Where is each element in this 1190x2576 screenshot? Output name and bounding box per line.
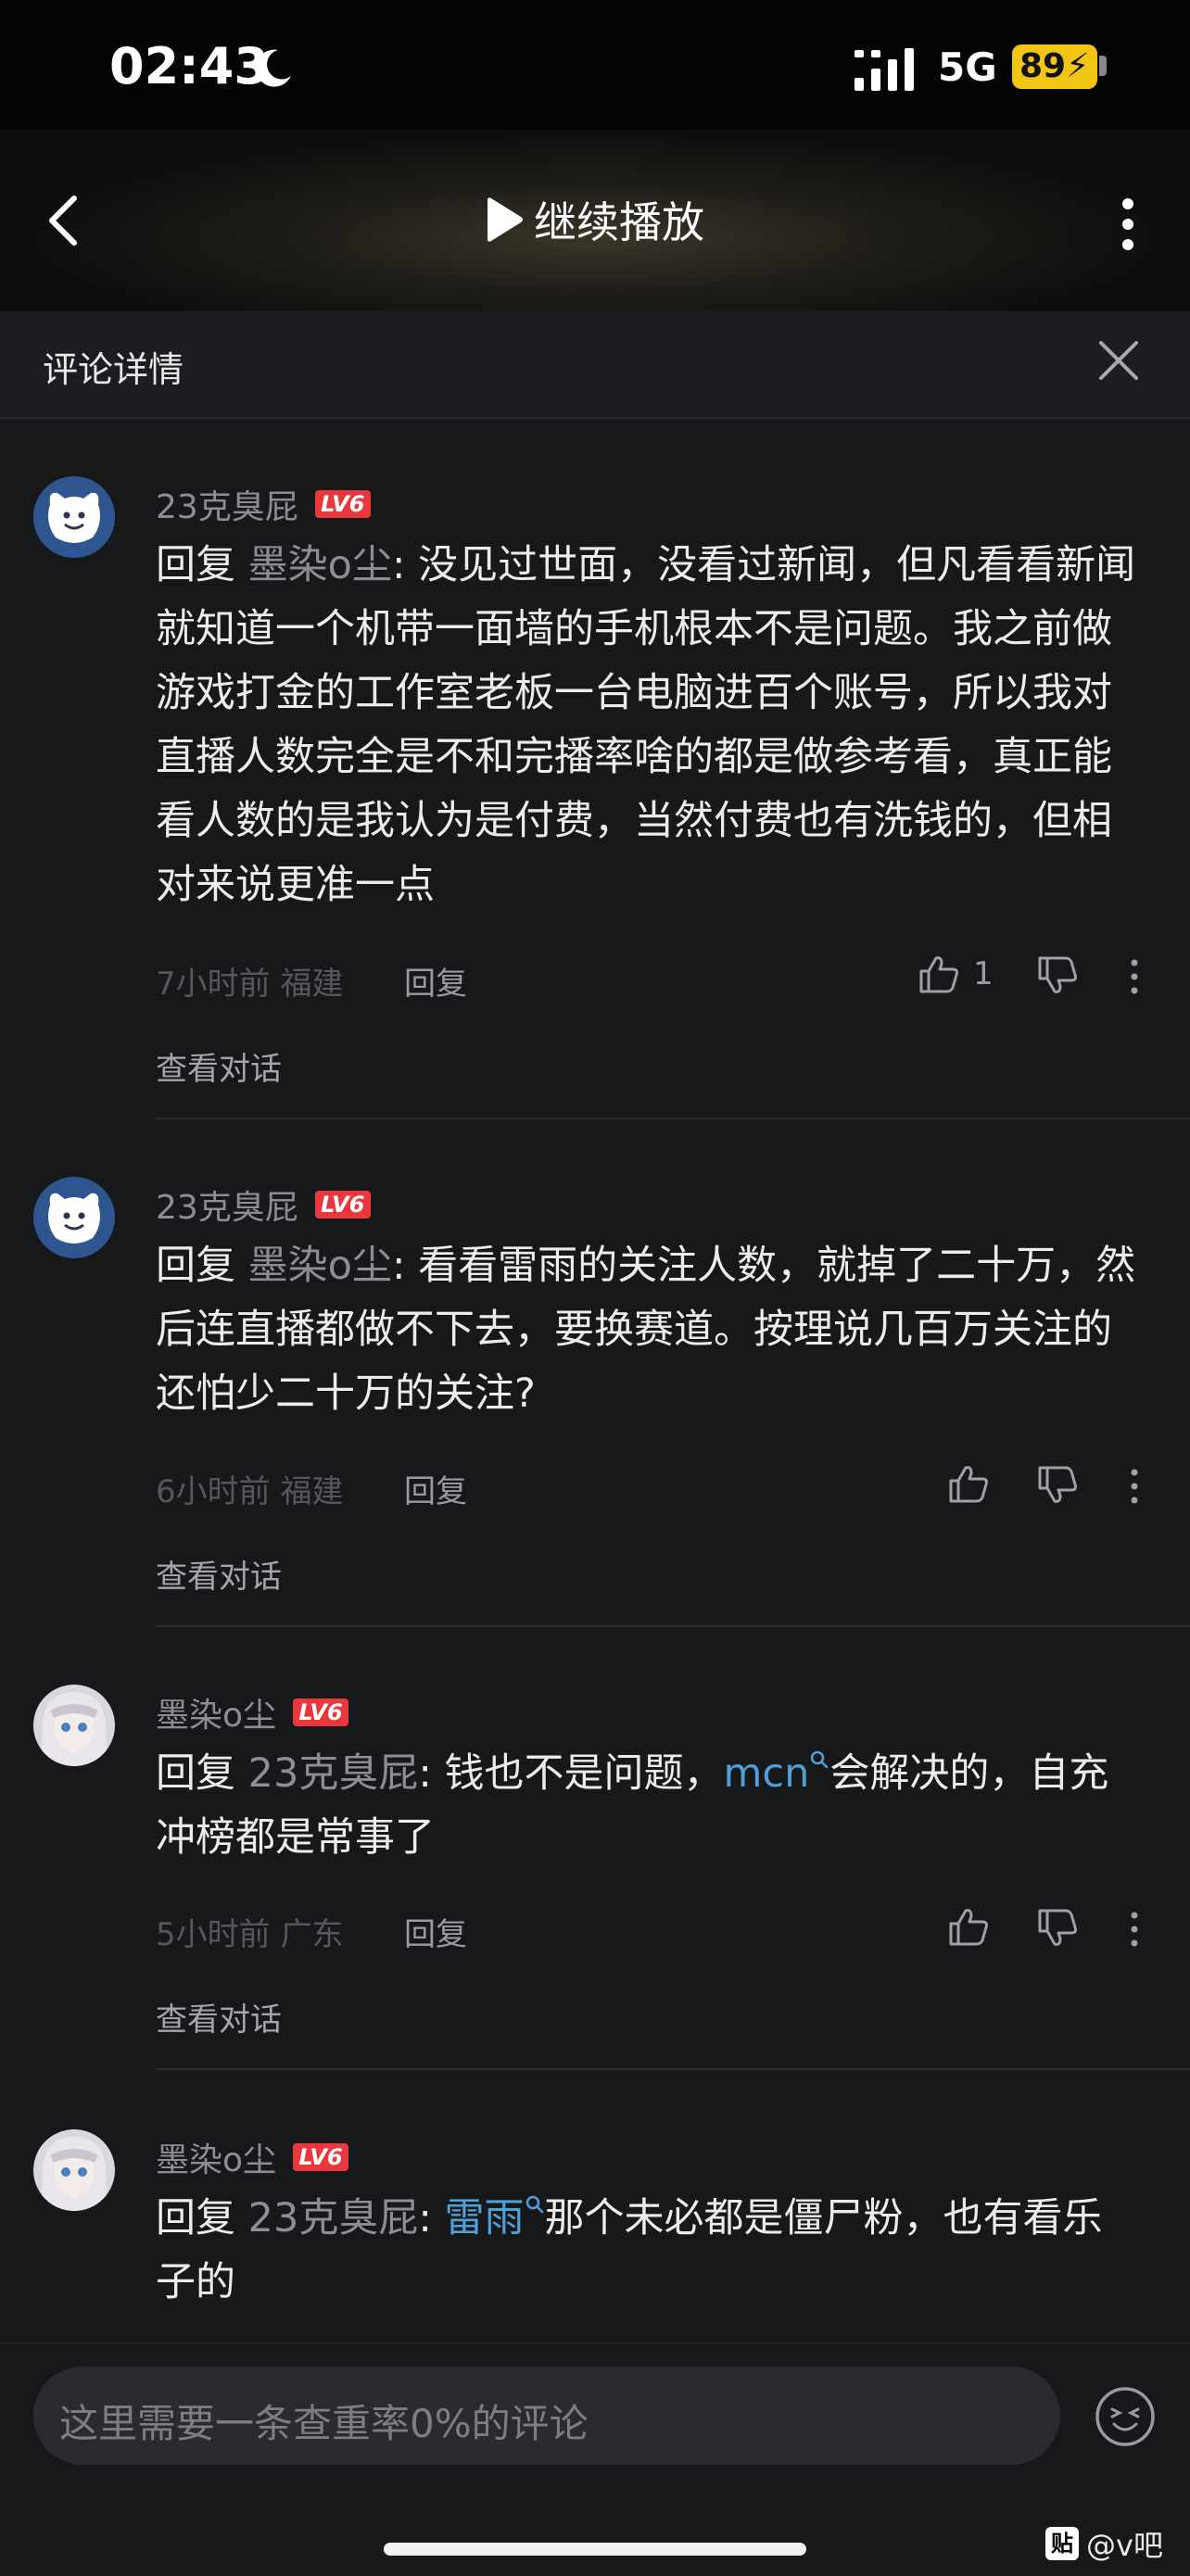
username[interactable]: 墨染o尘 bbox=[156, 2133, 276, 2181]
search-link[interactable]: mcn bbox=[724, 1750, 810, 1797]
like-button[interactable]: 1 bbox=[918, 953, 994, 995]
username[interactable]: 墨染o尘 bbox=[156, 1688, 276, 1736]
back-arrow-icon[interactable] bbox=[39, 191, 95, 250]
continue-play-label: 继续播放 bbox=[534, 197, 704, 247]
reply-button[interactable]: 回复 bbox=[404, 1909, 467, 1954]
divider bbox=[156, 1118, 1190, 1119]
search-link-icon[interactable] bbox=[809, 1749, 829, 1774]
close-icon[interactable] bbox=[1094, 335, 1144, 385]
level-badge: LV6 bbox=[314, 490, 371, 518]
watermark: 贴 @v吧 bbox=[1045, 2522, 1163, 2565]
comment-meta: 6小时前 福建 回复 bbox=[156, 1466, 467, 1511]
like-count: 1 bbox=[973, 955, 994, 992]
battery-indicator: 89⚡ bbox=[1012, 44, 1097, 89]
avatar[interactable] bbox=[33, 1177, 115, 1258]
status-bar: 02:43 5G 89⚡ bbox=[0, 0, 1190, 130]
more-vertical-icon[interactable] bbox=[1112, 196, 1144, 252]
time-location: 7小时前 福建 bbox=[156, 966, 344, 1003]
search-link[interactable]: 雷雨 bbox=[445, 2195, 525, 2241]
comment-text: 回复 23克臭屁: 钱也不是问题，mcn 会解决的，自充冲榜都是常事了 bbox=[156, 1742, 1142, 1870]
time-location: 6小时前 福建 bbox=[156, 1473, 344, 1510]
input-placeholder: 这里需要一条查重率0%的评论 bbox=[59, 2401, 589, 2446]
comment-content-before: : 钱也不是问题， bbox=[418, 1750, 724, 1797]
reply-label: 回复 bbox=[156, 1750, 248, 1797]
avatar[interactable] bbox=[33, 1685, 115, 1766]
comment-text: 回复 墨染o尘: 看看雷雨的关注人数，就掉了二十万，然后连直播都做不下去，要换赛… bbox=[156, 1234, 1142, 1426]
thumbs-up-icon[interactable] bbox=[947, 1905, 990, 1948]
status-time: 02:43 bbox=[109, 37, 269, 95]
thumbs-up-icon[interactable] bbox=[947, 1462, 990, 1505]
reply-button[interactable]: 回复 bbox=[404, 958, 467, 1004]
network-type: 5G bbox=[938, 44, 997, 90]
avatar-image bbox=[33, 1177, 115, 1258]
comment-detail-header: 评论详情 bbox=[0, 311, 1190, 419]
thumbs-up-icon bbox=[919, 956, 958, 993]
search-link-icon[interactable] bbox=[525, 2194, 545, 2218]
thumbs-down-icon[interactable] bbox=[1036, 1907, 1079, 1950]
battery-level: 89 bbox=[1019, 47, 1067, 85]
emoji-icon[interactable] bbox=[1094, 2385, 1157, 2448]
level-badge: LV6 bbox=[293, 1698, 349, 1726]
level-badge: LV6 bbox=[293, 2143, 349, 2171]
avatar-image bbox=[33, 476, 115, 558]
view-conversation-link[interactable]: 查看对话 bbox=[156, 1994, 282, 2039]
comment-text: 回复 23克臭屁: 雷雨 那个未必都是僵尸粉，也有看乐子的 bbox=[156, 2187, 1142, 2315]
username[interactable]: 23克臭屁 bbox=[156, 1181, 298, 1229]
reply-label: 回复 bbox=[156, 1243, 248, 1289]
charging-bolt-icon: ⚡ bbox=[1066, 47, 1090, 85]
comment-meta: 5小时前 广东 回复 bbox=[156, 1909, 467, 1954]
view-conversation-link[interactable]: 查看对话 bbox=[156, 1551, 282, 1597]
moon-icon bbox=[255, 49, 291, 87]
play-icon bbox=[487, 197, 523, 242]
reply-button[interactable]: 回复 bbox=[404, 1466, 467, 1511]
video-top-bar: 继续播放 bbox=[0, 130, 1190, 311]
comment-more-icon[interactable] bbox=[1129, 1911, 1140, 1948]
watermark-text: @v吧 bbox=[1086, 2528, 1163, 2563]
continue-play-button[interactable]: 继续播放 bbox=[482, 187, 704, 252]
level-badge: LV6 bbox=[314, 1191, 371, 1219]
time-location: 5小时前 广东 bbox=[156, 1916, 344, 1953]
reply-label: 回复 bbox=[156, 542, 248, 588]
tieba-logo-icon: 贴 bbox=[1045, 2527, 1079, 2560]
username[interactable]: 23克臭屁 bbox=[156, 480, 298, 528]
avatar[interactable] bbox=[33, 476, 115, 558]
avatar-image bbox=[33, 1685, 115, 1766]
reply-target-username[interactable]: 墨染o尘 bbox=[248, 1243, 392, 1289]
signal-icon bbox=[855, 48, 914, 91]
page-title: 评论详情 bbox=[43, 349, 184, 390]
divider bbox=[156, 2068, 1190, 2070]
comment-content: : 没见过世面，没看过新闻，但凡看看新闻就知道一个机带一面墙的手机根本不是问题。… bbox=[156, 542, 1136, 908]
thumbs-down-icon[interactable] bbox=[1036, 1464, 1079, 1507]
reply-label: 回复 bbox=[156, 2195, 248, 2241]
comment-more-icon[interactable] bbox=[1129, 1468, 1140, 1505]
reply-target-username[interactable]: 23克臭屁 bbox=[248, 1750, 419, 1797]
avatar[interactable] bbox=[33, 2129, 115, 2211]
divider bbox=[156, 1625, 1190, 1627]
comment-more-icon[interactable] bbox=[1129, 958, 1140, 995]
comment-input[interactable]: 这里需要一条查重率0%的评论 bbox=[33, 2367, 1060, 2465]
reply-target-username[interactable]: 墨染o尘 bbox=[248, 542, 392, 588]
battery-tip bbox=[1099, 56, 1107, 76]
view-conversation-link[interactable]: 查看对话 bbox=[156, 1043, 282, 1089]
avatar-image bbox=[33, 2129, 115, 2211]
comment-content-before: : bbox=[418, 2195, 445, 2241]
comment-text: 回复 墨染o尘: 没见过世面，没看过新闻，但凡看看新闻就知道一个机带一面墙的手机… bbox=[156, 534, 1142, 917]
reply-target-username[interactable]: 23克臭屁 bbox=[248, 2195, 419, 2241]
comment-input-bar: 这里需要一条查重率0%的评论 贴 @v吧 bbox=[0, 2342, 1190, 2576]
thumbs-down-icon[interactable] bbox=[1036, 954, 1079, 997]
comment-meta: 7小时前 福建 回复 bbox=[156, 958, 467, 1004]
home-indicator[interactable] bbox=[384, 2543, 806, 2556]
